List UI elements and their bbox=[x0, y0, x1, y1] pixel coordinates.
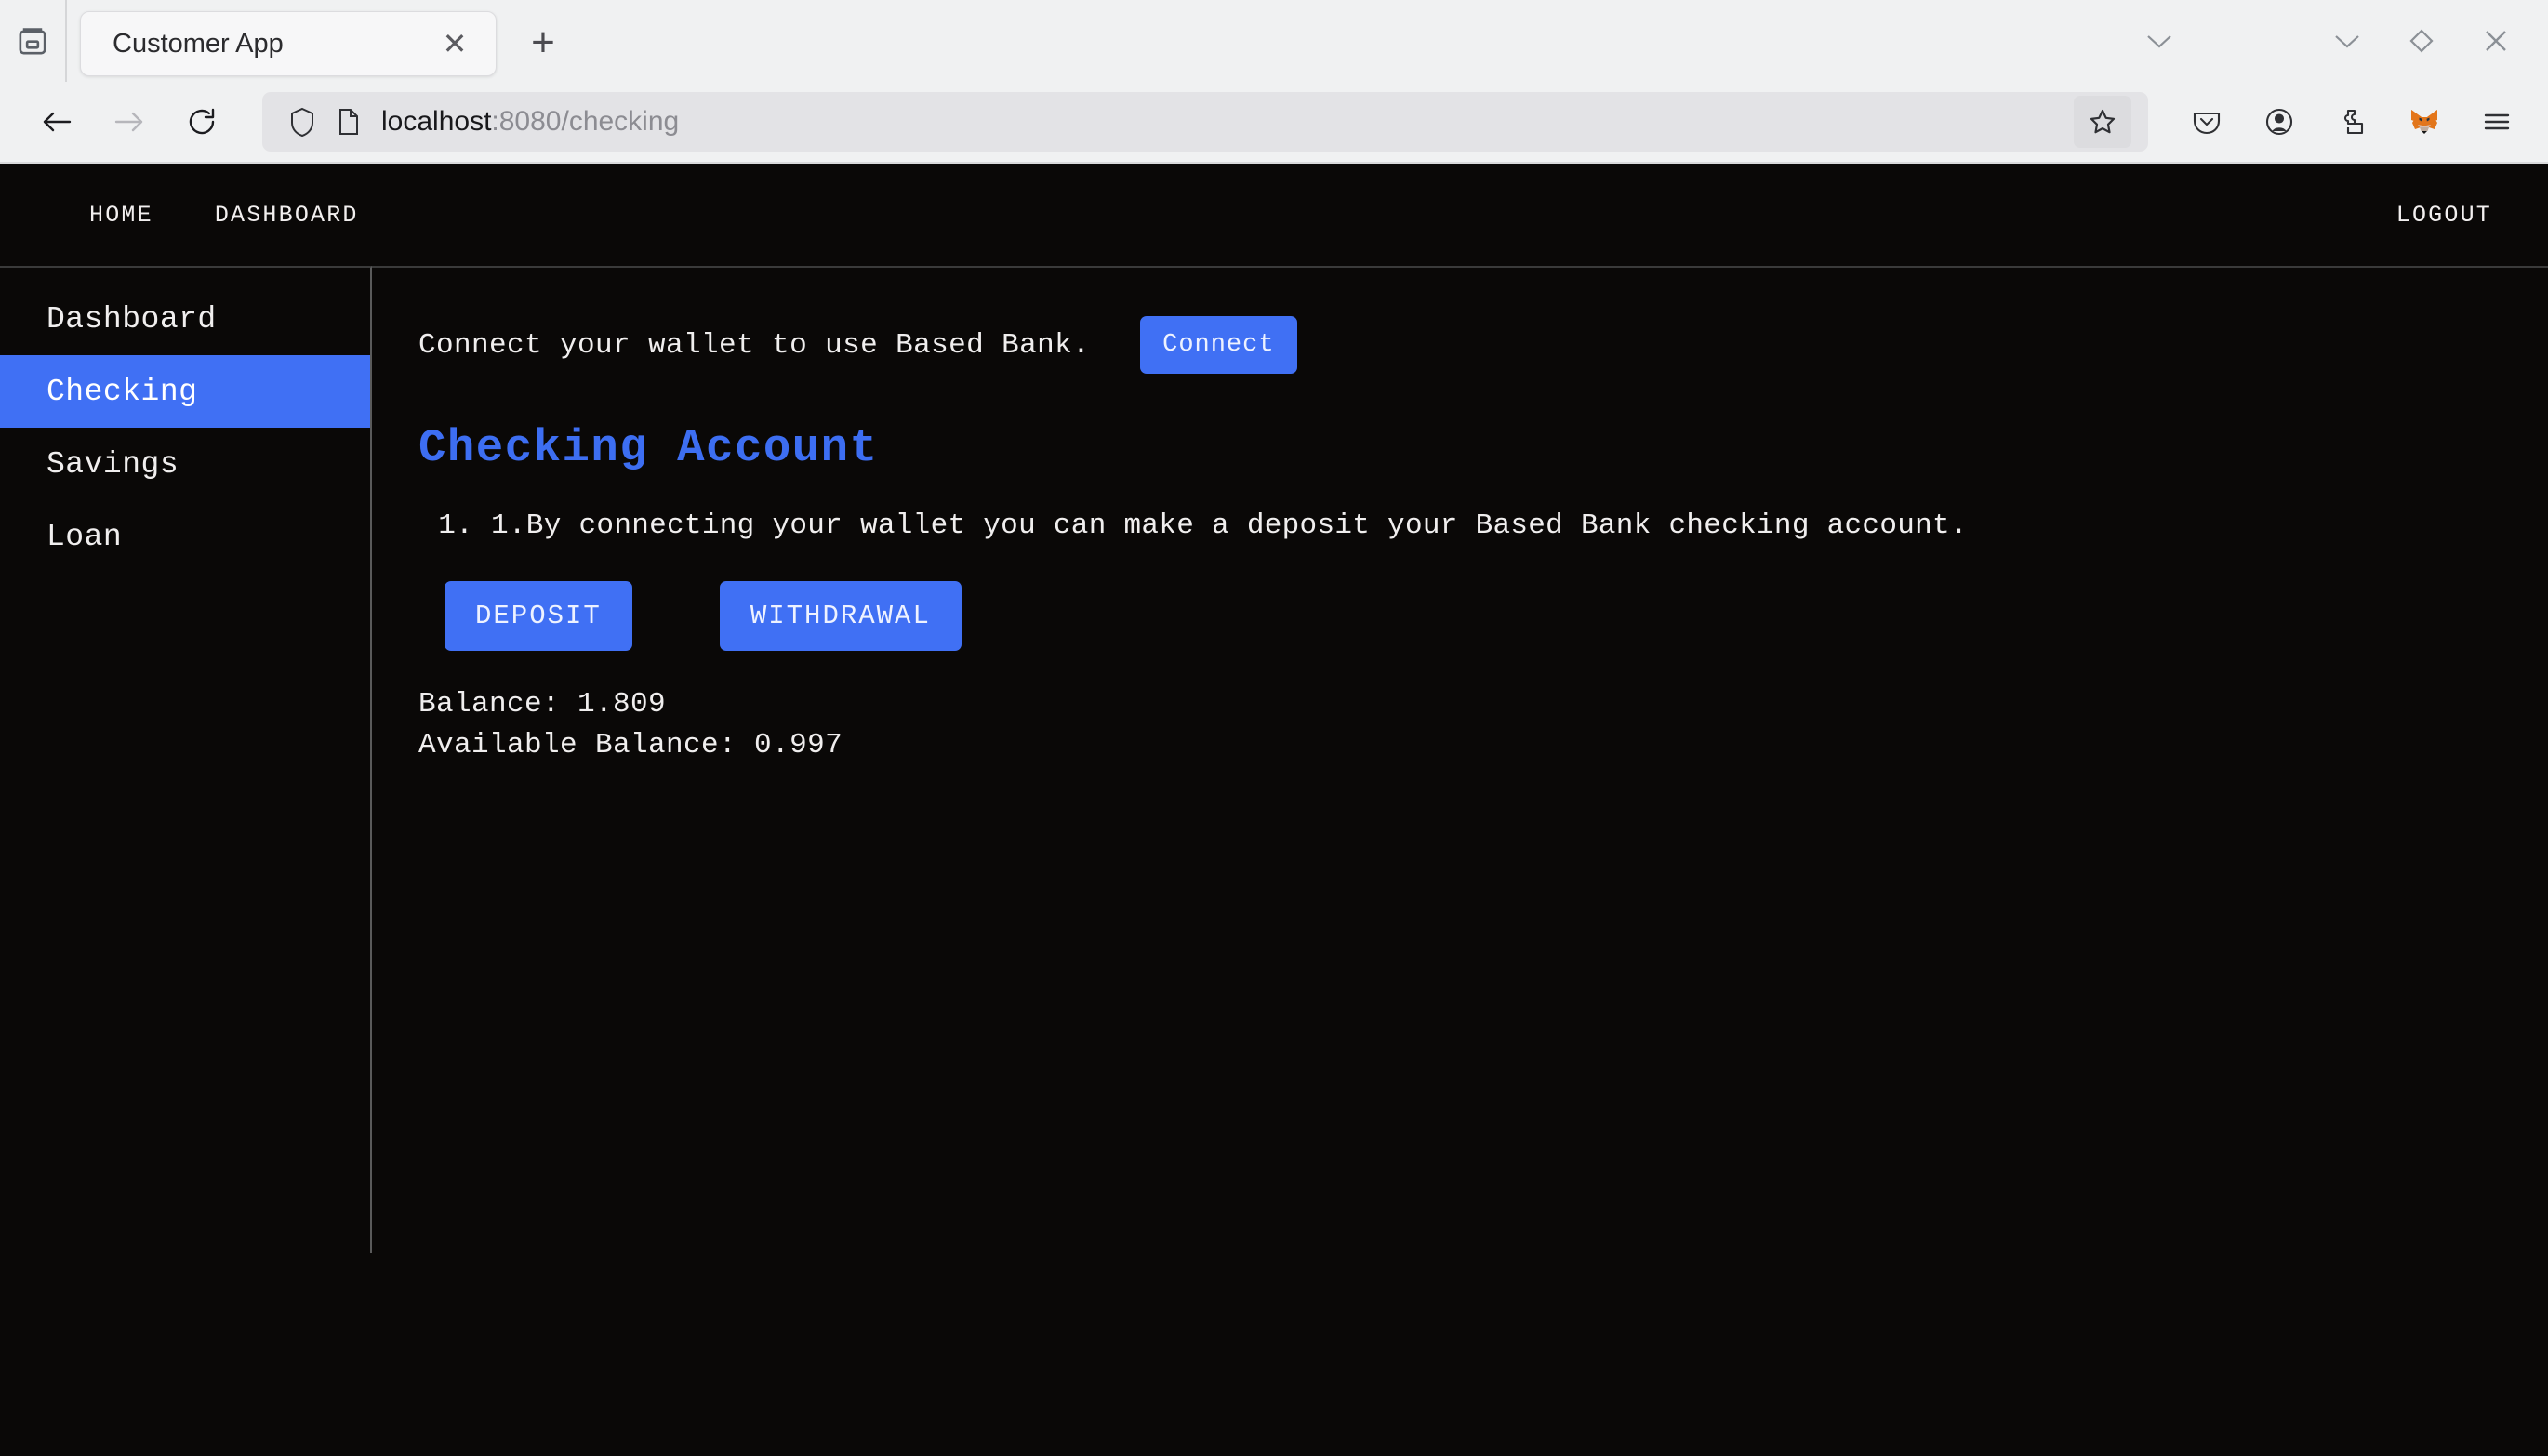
browser-window: Customer App ✕ + localhost:8080/checking… bbox=[0, 0, 2548, 1456]
reload-button[interactable] bbox=[166, 91, 238, 152]
minimize-chevron-down-icon[interactable] bbox=[2310, 0, 2384, 82]
page-body: Dashboard Checking Savings Loan Connect … bbox=[0, 266, 2548, 1456]
firefox-view-button[interactable] bbox=[0, 0, 67, 82]
main-content: Connect your wallet to use Based Bank. C… bbox=[372, 266, 2548, 1456]
available-balance-text: Available Balance: 0.997 bbox=[418, 729, 843, 762]
pocket-icon[interactable] bbox=[2176, 93, 2237, 151]
hamburger-menu-icon[interactable] bbox=[2466, 93, 2528, 151]
wallet-connect-prompt: Connect your wallet to use Based Bank. bbox=[418, 328, 1091, 362]
page-document-icon bbox=[339, 109, 358, 135]
star-icon bbox=[2090, 109, 2116, 134]
firefox-view-icon bbox=[19, 28, 46, 55]
top-nav-links: HOME DASHBOARD bbox=[89, 202, 359, 229]
tab-title: Customer App bbox=[113, 28, 284, 59]
forward-arrow-icon bbox=[114, 112, 143, 132]
tab-list-chevron-down-icon[interactable] bbox=[2122, 0, 2196, 82]
connect-wallet-button[interactable]: Connect bbox=[1140, 316, 1297, 374]
top-nav-right: LOGOUT bbox=[2396, 202, 2492, 229]
wallet-connect-row: Connect your wallet to use Based Bank. C… bbox=[418, 316, 2548, 374]
url-path: :8080/checking bbox=[491, 106, 680, 137]
account-action-buttons: DEPOSIT WITHDRAWAL bbox=[418, 581, 2548, 651]
nav-link-home[interactable]: HOME bbox=[89, 202, 153, 229]
withdrawal-button[interactable]: WITHDRAWAL bbox=[719, 581, 962, 651]
window-controls bbox=[2122, 0, 2533, 82]
app-top-navigation: HOME DASHBOARD LOGOUT bbox=[0, 164, 2548, 266]
browser-toolbar-icons bbox=[2172, 93, 2528, 151]
back-button[interactable] bbox=[20, 91, 93, 152]
shield-icon bbox=[291, 107, 313, 138]
sidebar-item-label: Dashboard bbox=[46, 301, 217, 337]
sidebar-item-label: Loan bbox=[46, 519, 123, 554]
url-text: localhost:8080/checking bbox=[381, 106, 2053, 138]
metamask-fox-glyph bbox=[2411, 110, 2437, 134]
forward-button[interactable] bbox=[93, 91, 166, 152]
new-tab-button[interactable]: + bbox=[510, 9, 577, 76]
winctl-spacer bbox=[2196, 0, 2310, 82]
balance-section: Balance: 1.809 Available Balance: 0.997 bbox=[418, 684, 2548, 766]
url-bar[interactable]: localhost:8080/checking bbox=[262, 92, 2148, 152]
browser-tab[interactable]: Customer App ✕ bbox=[80, 11, 497, 76]
nav-link-dashboard[interactable]: DASHBOARD bbox=[215, 202, 359, 229]
balance-text: Balance: 1.809 bbox=[418, 688, 667, 721]
metamask-fox-icon[interactable] bbox=[2394, 93, 2455, 151]
page-title: Checking Account bbox=[418, 422, 879, 474]
sidebar-item-checking[interactable]: Checking bbox=[0, 355, 370, 428]
info-list: 1.By connecting your wallet you can make… bbox=[418, 510, 2548, 542]
sidebar-item-label: Savings bbox=[46, 446, 179, 482]
url-host: localhost bbox=[381, 106, 492, 137]
tab-strip: Customer App ✕ + bbox=[0, 0, 2548, 82]
sidebar-item-savings[interactable]: Savings bbox=[0, 428, 370, 500]
navigation-toolbar: localhost:8080/checking bbox=[0, 82, 2548, 164]
deposit-button[interactable]: DEPOSIT bbox=[445, 581, 632, 651]
account-icon[interactable] bbox=[2249, 93, 2310, 151]
list-item: 1.By connecting your wallet you can make… bbox=[491, 510, 2548, 542]
maximize-diamond-icon[interactable] bbox=[2384, 0, 2459, 82]
close-window-icon[interactable] bbox=[2459, 0, 2533, 82]
sidebar-item-loan[interactable]: Loan bbox=[0, 500, 370, 573]
logout-button[interactable]: LOGOUT bbox=[2396, 202, 2492, 229]
sidebar-item-dashboard[interactable]: Dashboard bbox=[0, 283, 370, 355]
sidebar: Dashboard Checking Savings Loan bbox=[0, 266, 372, 1253]
bookmark-button[interactable] bbox=[2074, 96, 2131, 148]
close-icon[interactable]: ✕ bbox=[434, 23, 475, 64]
web-page: HOME DASHBOARD LOGOUT Dashboard Checking… bbox=[0, 164, 2548, 1456]
back-arrow-icon bbox=[43, 112, 72, 132]
reload-icon bbox=[189, 108, 215, 135]
extensions-puzzle-icon[interactable] bbox=[2321, 93, 2382, 151]
sidebar-item-label: Checking bbox=[46, 374, 198, 409]
